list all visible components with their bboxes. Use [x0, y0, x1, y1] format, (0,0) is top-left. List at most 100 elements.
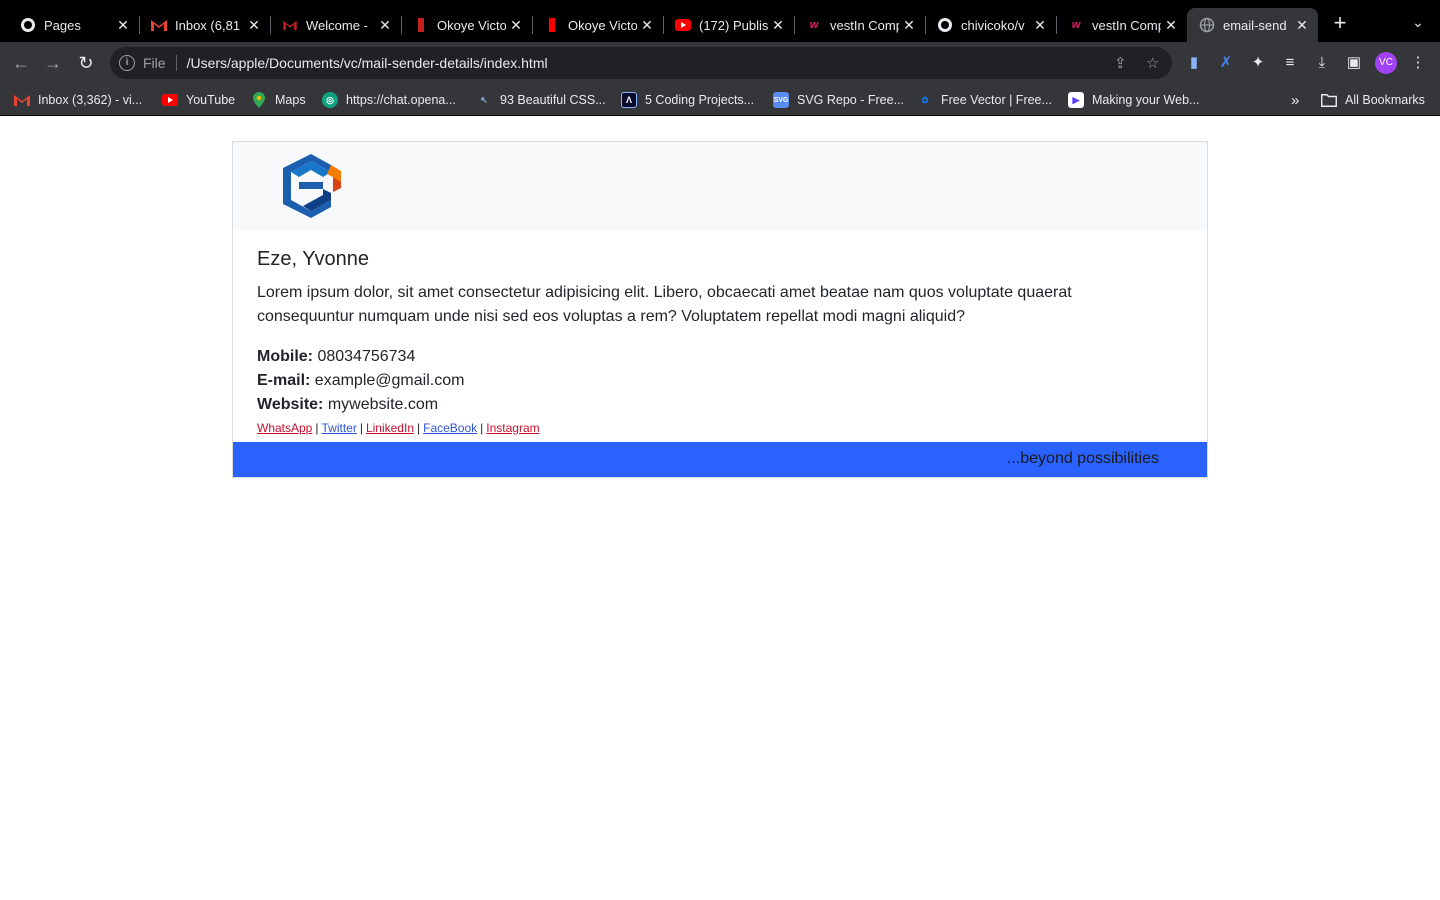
tab-title: email-send	[1223, 17, 1287, 33]
tab-email-sender[interactable]: email-send ✕	[1187, 8, 1318, 42]
tab-title: Okoye Victo	[437, 17, 506, 33]
close-icon[interactable]: ✕	[637, 17, 657, 34]
download-icon[interactable]: ⤓	[1312, 53, 1332, 73]
vestin-icon: w	[809, 19, 819, 31]
sender-bio: Lorem ipsum dolor, sit amet consectetur …	[257, 284, 1072, 325]
gmail-icon	[151, 17, 167, 33]
forward-button[interactable]: →	[42, 52, 64, 74]
twitter-link[interactable]: Twitter	[321, 421, 356, 435]
bookmark-css[interactable]: ↖ 93 Beautiful CSS...	[476, 91, 605, 109]
youtube-icon	[675, 17, 691, 33]
bookmarks-bar: Inbox (3,362) - vi... YouTube Maps ◎ htt…	[0, 84, 1440, 116]
bookmark-svgrepo[interactable]: SVG SVG Repo - Free...	[773, 91, 904, 109]
freepik-icon: ✿	[921, 94, 929, 105]
tagline: ...beyond possibilities	[1006, 450, 1159, 467]
linkedin-link[interactable]: LinikedIn	[366, 421, 414, 435]
web-icon: ▶	[1068, 92, 1084, 108]
globe-icon	[1199, 17, 1215, 33]
folder-icon	[1321, 92, 1337, 108]
website-value: mywebsite.com	[327, 396, 439, 413]
tab-title: (172) Publis	[699, 17, 768, 33]
mobile-label: Mobile:	[257, 348, 313, 365]
tab-welcome[interactable]: Welcome - ✕	[270, 8, 402, 42]
close-icon[interactable]: ✕	[1030, 17, 1050, 34]
close-icon[interactable]: ✕	[113, 17, 133, 34]
email-value: example@gmail.com	[314, 372, 465, 389]
share-icon[interactable]: ⇪	[1114, 47, 1127, 79]
gmail-icon	[14, 92, 30, 108]
tab-title: Inbox (6,81	[175, 17, 241, 33]
tab-pages[interactable]: Pages ✕	[8, 8, 140, 42]
url-text[interactable]: /Users/apple/Documents/vc/mail-sender-de…	[187, 55, 548, 71]
bookmark-star-icon[interactable]: ☆	[1146, 47, 1159, 79]
app-icon	[413, 17, 429, 33]
extension-docs-icon[interactable]: ▮	[1184, 53, 1204, 73]
side-panel-icon[interactable]: ▣	[1344, 53, 1364, 73]
company-logo	[283, 154, 341, 218]
bookmark-maps[interactable]: Maps	[251, 91, 306, 109]
tab-okoye-2[interactable]: Okoye Victo ✕	[532, 8, 664, 42]
youtube-icon	[162, 92, 178, 108]
tab-okoye-1[interactable]: Okoye Victo ✕	[401, 8, 533, 42]
vestin-icon: w	[1071, 19, 1081, 31]
card-footer: ...beyond possibilities	[233, 442, 1207, 477]
gmail-icon	[282, 17, 298, 33]
tab-inbox[interactable]: Inbox (6,81 ✕	[139, 8, 271, 42]
address-bar[interactable]: i File /Users/apple/Documents/vc/mail-se…	[110, 47, 1172, 79]
bookmarks-overflow-button[interactable]: »	[1291, 91, 1299, 109]
close-icon[interactable]: ✕	[244, 17, 264, 34]
sender-name: Eze, Yvonne	[257, 248, 369, 270]
bookmark-web[interactable]: ▶ Making your Web...	[1068, 91, 1199, 109]
tab-youtube[interactable]: (172) Publis ✕	[663, 8, 795, 42]
github-icon	[20, 17, 36, 33]
extension-translate-icon[interactable]: ✗	[1216, 53, 1236, 73]
back-button[interactable]: ←	[10, 52, 32, 74]
facebook-link[interactable]: FaceBook	[423, 421, 477, 435]
maps-icon	[251, 92, 267, 108]
extensions-puzzle-icon[interactable]: ✦	[1248, 53, 1268, 73]
github-icon	[937, 17, 953, 33]
tab-vestin-2[interactable]: w vestIn Comp ✕	[1056, 8, 1187, 42]
tab-title: chivicoko/v	[961, 17, 1025, 33]
close-icon[interactable]: ✕	[899, 17, 919, 34]
page-viewport: Eze, Yvonne Lorem ipsum dolor, sit amet …	[0, 117, 1440, 900]
tab-strip: Pages ✕ Inbox (6,81 ✕ Welcome - ✕ Okoye …	[0, 0, 1440, 42]
reading-list-icon[interactable]: ≡	[1280, 53, 1300, 73]
bookmark-coding[interactable]: Λ 5 Coding Projects...	[621, 91, 754, 109]
close-icon[interactable]: ✕	[1292, 17, 1312, 34]
coding-icon: Λ	[621, 92, 637, 108]
url-scheme: File	[143, 55, 166, 71]
mobile-row: Mobile: 08034756734	[257, 345, 1183, 369]
close-icon[interactable]: ✕	[1161, 17, 1181, 34]
whatsapp-link[interactable]: WhatsApp	[257, 421, 312, 435]
instagram-link[interactable]: Instagram	[486, 421, 539, 435]
website-label: Website:	[257, 396, 324, 413]
bookmark-openai[interactable]: ◎ https://chat.opena...	[322, 91, 456, 109]
mobile-value: 08034756734	[317, 348, 416, 365]
app-icon	[544, 17, 560, 33]
sender-details-card: Eze, Yvonne Lorem ipsum dolor, sit amet …	[232, 141, 1208, 478]
site-info-icon[interactable]: i	[119, 55, 135, 71]
tab-search-chevron-icon[interactable]: ⌄	[1408, 14, 1428, 34]
close-icon[interactable]: ✕	[375, 17, 395, 34]
tab-title: Pages	[44, 17, 81, 33]
tab-title: Okoye Victo	[568, 17, 637, 33]
tab-vestin-1[interactable]: w vestIn Comp ✕	[794, 8, 926, 42]
profile-avatar[interactable]: VC	[1375, 52, 1397, 74]
reload-button[interactable]: ↻	[75, 52, 97, 74]
all-bookmarks-button[interactable]: All Bookmarks	[1321, 91, 1425, 109]
menu-kebab-icon[interactable]: ⋮	[1408, 53, 1428, 73]
tab-title: vestIn Comp	[830, 17, 899, 33]
email-label: E-mail:	[257, 372, 311, 389]
close-icon[interactable]: ✕	[768, 17, 788, 34]
tab-github[interactable]: chivicoko/v ✕	[925, 8, 1057, 42]
bookmark-freepik[interactable]: ✿ Free Vector | Free...	[917, 91, 1052, 109]
tab-title: vestIn Comp	[1092, 17, 1161, 33]
svgrepo-icon: SVG	[773, 92, 789, 108]
bookmark-youtube[interactable]: YouTube	[162, 91, 235, 109]
close-icon[interactable]: ✕	[506, 17, 526, 34]
browser-toolbar: ← → ↻ i File /Users/apple/Documents/vc/m…	[0, 42, 1440, 84]
openai-icon: ◎	[322, 92, 338, 108]
bookmark-inbox[interactable]: Inbox (3,362) - vi...	[14, 91, 142, 109]
new-tab-button[interactable]: +	[1330, 12, 1350, 34]
